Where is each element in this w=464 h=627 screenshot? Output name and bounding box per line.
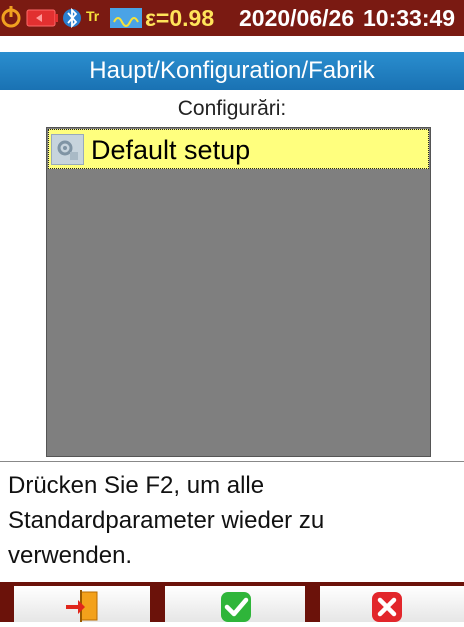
keyboard-icon (108, 0, 144, 36)
configuration-list[interactable]: Default setup (46, 127, 431, 457)
cancel-button[interactable] (320, 586, 464, 622)
help-panel: Drücken Sie F2, um alle Standardparamete… (0, 461, 464, 582)
bluetooth-icon (62, 0, 82, 36)
confirm-check-icon (221, 592, 251, 622)
exit-icon (66, 590, 98, 622)
page-title: Haupt/Konfiguration/Fabrik (0, 52, 464, 90)
emissivity-value: ε=0.98 (145, 5, 215, 31)
power-icon (0, 0, 22, 36)
settings-file-icon (51, 134, 84, 165)
status-date: 2020/06/26 (239, 5, 355, 31)
battery-icon (24, 0, 60, 36)
list-caption: Configurări: (177, 97, 287, 120)
help-text: Drücken Sie F2, um alle Standardparamete… (8, 472, 325, 569)
status-bar: Tr ε=0.98 2020/06/26 10:33:49 (0, 0, 464, 36)
function-key-bar (0, 582, 464, 622)
confirm-button[interactable] (165, 586, 305, 622)
header-gap (0, 36, 464, 52)
tf-icon: Tr (86, 8, 100, 24)
exit-button[interactable] (14, 586, 150, 622)
list-item-label: Default setup (91, 135, 251, 165)
cancel-x-icon (372, 592, 402, 622)
list-item-default-setup[interactable]: Default setup (48, 129, 429, 169)
status-time: 10:33:49 (363, 5, 456, 31)
